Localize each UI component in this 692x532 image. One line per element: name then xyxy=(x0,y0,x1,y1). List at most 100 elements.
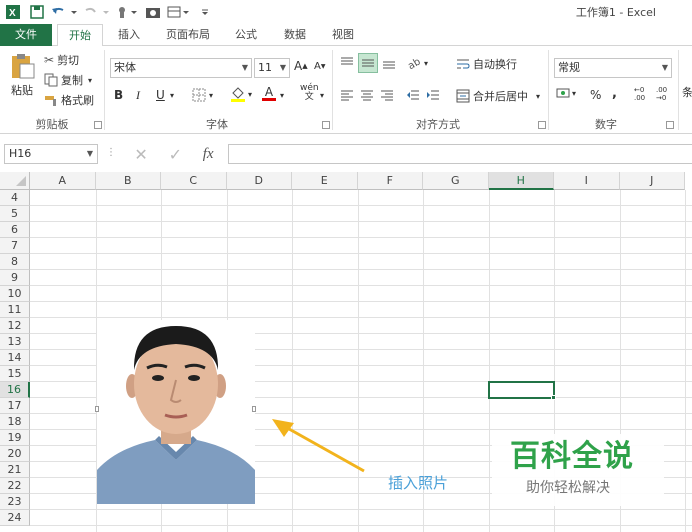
cancel-icon[interactable]: ✕ xyxy=(134,145,147,164)
increase-indent-button[interactable] xyxy=(426,88,440,102)
column-header[interactable]: J xyxy=(619,172,685,190)
shrink-font-button[interactable]: A ▼ xyxy=(314,61,325,72)
column-header[interactable]: E xyxy=(292,172,358,190)
row-header[interactable]: 8 xyxy=(0,254,30,270)
row-header[interactable]: 22 xyxy=(0,478,30,494)
row-header[interactable]: 24 xyxy=(0,510,30,526)
row-header[interactable]: 18 xyxy=(0,414,30,430)
tab-home[interactable]: 开始 xyxy=(57,24,103,47)
bold-button[interactable]: B xyxy=(114,88,123,102)
grow-font-button[interactable]: A ▲ xyxy=(294,59,308,73)
percent-button[interactable]: % xyxy=(590,88,601,102)
more-options-icon[interactable]: ⋮ xyxy=(106,147,116,158)
row-header[interactable]: 13 xyxy=(0,334,30,350)
row-header[interactable]: 10 xyxy=(0,286,30,302)
column-header[interactable]: C xyxy=(161,172,227,190)
italic-button[interactable]: I xyxy=(136,88,140,103)
tab-data[interactable]: 数据 xyxy=(276,24,314,46)
underline-dropdown-icon[interactable]: ▾ xyxy=(170,91,174,100)
row-header[interactable]: 7 xyxy=(0,238,30,254)
column-header[interactable]: H xyxy=(488,172,554,190)
save-icon[interactable] xyxy=(26,1,48,23)
row-header[interactable]: 15 xyxy=(0,366,30,382)
tab-view[interactable]: 视图 xyxy=(324,24,362,46)
font-size-select[interactable]: 11 ▼ xyxy=(254,58,290,78)
align-left-button[interactable] xyxy=(340,88,354,102)
inserted-photo[interactable] xyxy=(97,320,255,504)
wrap-text-icon xyxy=(457,59,470,69)
select-all-corner[interactable] xyxy=(0,172,30,190)
align-center-button[interactable] xyxy=(360,88,374,102)
row-header[interactable]: 17 xyxy=(0,398,30,414)
enter-icon[interactable]: ✓ xyxy=(169,145,182,164)
row-header[interactable]: 19 xyxy=(0,430,30,446)
row-header[interactable]: 21 xyxy=(0,462,30,478)
fill-color-button[interactable]: ▾ xyxy=(230,86,252,102)
redo-icon[interactable] xyxy=(82,1,112,23)
customize-qat-icon[interactable] xyxy=(194,1,216,23)
row-header[interactable]: 20 xyxy=(0,446,30,462)
column-header[interactable]: B xyxy=(95,172,161,190)
row-header[interactable]: 23 xyxy=(0,494,30,510)
underline-button[interactable]: U xyxy=(156,88,165,102)
align-middle-button[interactable] xyxy=(358,53,378,73)
decrease-decimal-button[interactable]: .00 →0 xyxy=(656,86,667,102)
merge-center-button[interactable]: 合并后居中 ▾ xyxy=(456,88,540,104)
insert-function-icon[interactable]: fx xyxy=(203,146,214,163)
fill-handle[interactable] xyxy=(551,395,556,400)
phonetic-button[interactable]: wén 文 xyxy=(300,84,319,102)
format-painter-button[interactable]: 格式刷 xyxy=(44,92,94,108)
tab-file[interactable]: 文件 xyxy=(0,24,52,46)
row-header[interactable]: 6 xyxy=(0,222,30,238)
alignment-launcher-icon[interactable] xyxy=(538,121,546,129)
align-bottom-button[interactable] xyxy=(382,56,396,70)
paste-button[interactable]: 粘贴 xyxy=(6,52,38,98)
undo-icon[interactable] xyxy=(50,1,80,23)
row-header[interactable]: 14 xyxy=(0,350,30,366)
number-format-select[interactable]: 常规 ▼ xyxy=(554,58,672,78)
comma-button[interactable]: , xyxy=(612,86,617,101)
copy-button[interactable]: 复制 ▾ xyxy=(44,72,92,88)
camera-icon[interactable] xyxy=(142,1,164,23)
tab-formulas[interactable]: 公式 xyxy=(227,24,265,46)
column-header[interactable]: D xyxy=(226,172,292,190)
orientation-button[interactable]: ab ▾ xyxy=(408,56,428,70)
selected-cell[interactable] xyxy=(487,381,555,399)
font-launcher-icon[interactable] xyxy=(322,121,330,129)
row-header[interactable]: 4 xyxy=(0,190,30,206)
cut-button[interactable]: ✂ 剪切 xyxy=(44,52,79,68)
row-header[interactable]: 11 xyxy=(0,302,30,318)
tab-insert[interactable]: 插入 xyxy=(110,24,148,46)
align-top-button[interactable] xyxy=(340,56,354,70)
decrease-indent-button[interactable] xyxy=(406,88,420,102)
resize-handle[interactable] xyxy=(252,406,256,412)
form-icon[interactable] xyxy=(166,1,192,23)
row-header[interactable]: 12 xyxy=(0,318,30,334)
border-button[interactable]: ▾ xyxy=(192,88,213,102)
styles-group-partial[interactable]: 条 xyxy=(682,84,692,100)
align-right-button[interactable] xyxy=(380,88,394,102)
column-header[interactable]: G xyxy=(423,172,489,190)
tab-page-layout[interactable]: 页面布局 xyxy=(158,24,218,46)
phonetic-dropdown-icon[interactable]: ▾ xyxy=(320,91,324,100)
column-header[interactable]: A xyxy=(30,172,96,190)
font-name-select[interactable]: 宋体 ▼ xyxy=(110,58,252,78)
spreadsheet-grid[interactable]: A B C D E F G H I J 4 5 6 7 8 9 10 11 12 13 14 15 16 17 18 19 20 21… xyxy=(0,172,692,532)
increase-decimal-button[interactable]: ←0 .00 xyxy=(634,86,645,102)
name-box[interactable]: H16 ▼ xyxy=(4,144,98,164)
resize-handle[interactable] xyxy=(95,406,99,412)
font-color-dropdown-icon[interactable]: ▾ xyxy=(280,91,284,100)
row-header[interactable]: 16 xyxy=(0,382,30,398)
column-header[interactable]: F xyxy=(357,172,423,190)
touch-mode-icon[interactable] xyxy=(114,1,140,23)
row-header[interactable]: 9 xyxy=(0,270,30,286)
font-color-button[interactable]: A xyxy=(262,86,276,101)
accounting-format-button[interactable]: ▾ xyxy=(556,86,576,100)
copy-dropdown-icon[interactable]: ▾ xyxy=(88,76,92,85)
formula-input[interactable] xyxy=(228,144,692,164)
wrap-text-button[interactable]: 自动换行 xyxy=(456,56,517,72)
clipboard-launcher-icon[interactable] xyxy=(94,121,102,129)
column-header[interactable]: I xyxy=(554,172,620,190)
row-header[interactable]: 5 xyxy=(0,206,30,222)
number-launcher-icon[interactable] xyxy=(666,121,674,129)
